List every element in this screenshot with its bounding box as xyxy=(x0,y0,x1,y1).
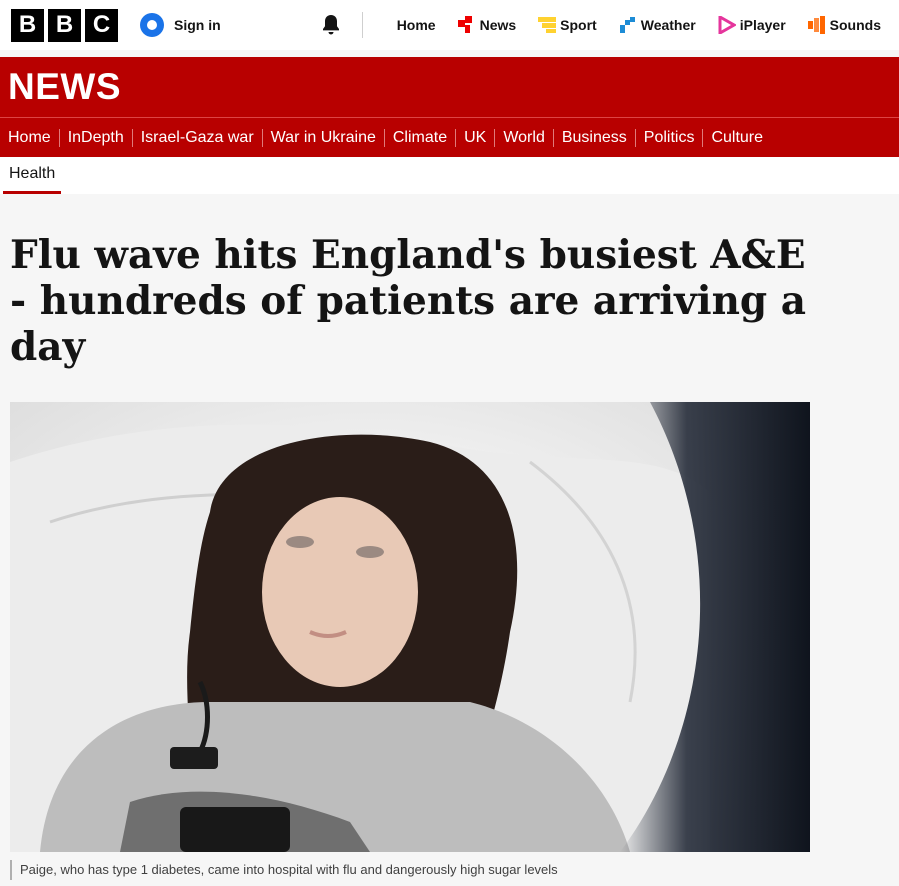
logo-letter-c: C xyxy=(85,8,118,42)
photo-illustration xyxy=(10,402,810,852)
topnav-weather-label: Weather xyxy=(640,17,696,33)
article-headline: Flu wave hits England's busiest A&E - hu… xyxy=(10,232,807,370)
signin-button[interactable]: Sign in xyxy=(140,13,221,37)
topnav-iplayer-label: iPlayer xyxy=(739,17,786,33)
section-culture[interactable]: Culture xyxy=(703,129,771,147)
signin-label: Sign in xyxy=(174,17,221,33)
section-business[interactable]: Business xyxy=(554,129,635,147)
news-wordmark[interactable]: NEWS xyxy=(8,66,121,108)
logo-letter-b2: B xyxy=(48,8,81,42)
topnav-news-label: News xyxy=(479,17,517,33)
section-ukraine[interactable]: War in Ukraine xyxy=(263,129,384,147)
topnav-sport-label: Sport xyxy=(560,17,597,33)
section-israel-gaza[interactable]: Israel-Gaza war xyxy=(133,129,262,147)
sub-nav: Health xyxy=(0,157,899,194)
section-world[interactable]: World xyxy=(495,129,553,147)
topnav-sounds[interactable]: Sounds xyxy=(807,16,881,34)
section-nav: Home InDepth Israel-Gaza war War in Ukra… xyxy=(0,117,899,157)
notification-bell-icon[interactable] xyxy=(320,14,342,36)
iplayer-icon xyxy=(718,14,737,36)
masthead: B B C Sign in Home News Sport Weather iP… xyxy=(0,0,899,50)
news-icon xyxy=(457,16,476,34)
news-banner: NEWS xyxy=(0,57,899,117)
nav-divider xyxy=(361,12,363,38)
topnav-iplayer[interactable]: iPlayer xyxy=(718,14,786,36)
article-photo xyxy=(10,402,810,852)
weather-icon xyxy=(619,16,637,34)
topnav-home[interactable]: Home xyxy=(397,17,436,33)
section-climate[interactable]: Climate xyxy=(385,129,455,147)
topnav-news[interactable]: News xyxy=(457,16,517,34)
sounds-icon xyxy=(807,16,826,34)
logo-letter-b1: B xyxy=(11,8,44,42)
account-icon xyxy=(140,13,164,37)
section-politics[interactable]: Politics xyxy=(636,129,703,147)
topnav-home-label: Home xyxy=(396,17,436,33)
photo-caption: Paige, who has type 1 diabetes, came int… xyxy=(10,860,558,880)
topnav-weather[interactable]: Weather xyxy=(619,16,696,34)
top-nav: Home News Sport Weather iPlayer Sounds xyxy=(320,12,881,38)
bbc-logo[interactable]: B B C xyxy=(11,8,118,42)
sport-icon xyxy=(538,16,557,34)
subnav-health[interactable]: Health xyxy=(3,157,62,194)
topnav-sounds-label: Sounds xyxy=(829,17,881,33)
section-home[interactable]: Home xyxy=(0,129,59,147)
section-uk[interactable]: UK xyxy=(456,129,494,147)
section-indepth[interactable]: InDepth xyxy=(60,129,132,147)
topnav-sport[interactable]: Sport xyxy=(538,16,597,34)
